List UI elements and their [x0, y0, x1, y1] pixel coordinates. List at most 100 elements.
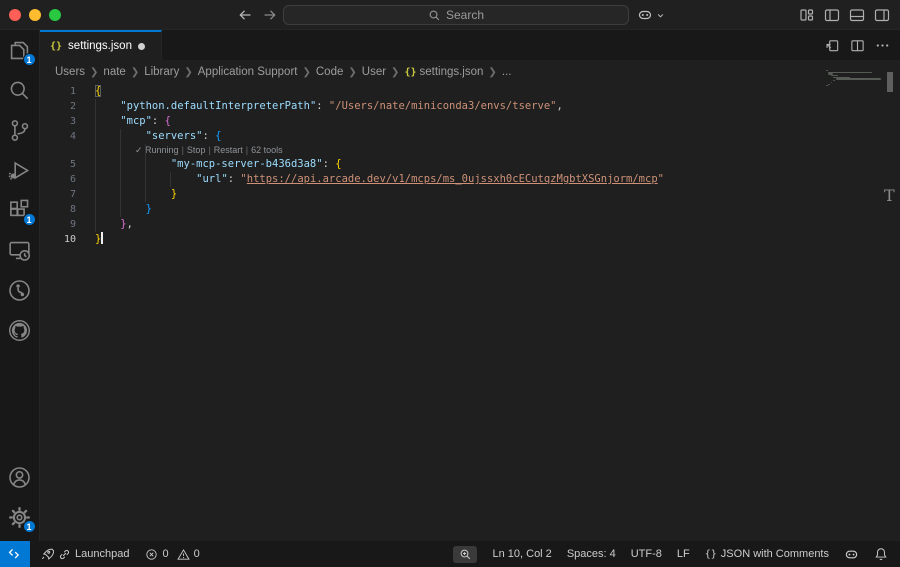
activity-bar: 1 1 [0, 30, 40, 541]
language-mode-label: JSON with Comments [721, 548, 829, 560]
zoom-button[interactable] [49, 9, 61, 21]
eol-item[interactable]: LF [677, 548, 690, 560]
warning-count: 0 [194, 548, 200, 560]
accounts-button[interactable] [0, 457, 40, 497]
copilot-status-icon[interactable] [844, 547, 859, 562]
copilot-menu-button[interactable] [637, 7, 666, 23]
breadcrumb-item[interactable]: ... [502, 66, 512, 78]
back-arrow-icon[interactable] [237, 7, 253, 23]
more-actions-icon[interactable] [875, 38, 890, 53]
scrollbar-thumb[interactable] [887, 72, 893, 92]
overlay-t-mark: T [884, 186, 895, 205]
sidebar-item-source-control[interactable] [0, 110, 40, 150]
sidebar-item-search[interactable] [0, 70, 40, 110]
line-number: 2 [40, 99, 76, 114]
search-icon [428, 9, 441, 22]
codelens-action[interactable]: 62 tools [251, 145, 283, 155]
codelens-action[interactable]: Stop [187, 145, 206, 155]
remote-explorer-icon [8, 239, 31, 262]
chevron-right-icon: ❯ [348, 67, 356, 78]
url-link[interactable]: https://api.arcade.dev/v1/mcps/ms_0ujssx… [247, 173, 658, 185]
toggle-primary-sidebar-icon[interactable] [824, 7, 840, 23]
tab-settings-json[interactable]: {} settings.json [40, 30, 162, 60]
split-editor-icon[interactable] [850, 38, 865, 53]
json-file-icon: {} [404, 67, 416, 78]
sidebar-item-run-and-debug[interactable] [0, 150, 40, 190]
line-number: 7 [40, 187, 76, 202]
text-cursor [101, 232, 103, 244]
line-number: 5 [40, 157, 76, 172]
minimap-line [836, 78, 882, 79]
breadcrumb-item[interactable]: Application Support [198, 66, 298, 78]
search-input[interactable]: Search [283, 5, 629, 25]
code-line-6[interactable]: 6 "url": "https://api.arcade.dev/v1/mcps… [40, 172, 900, 187]
notifications-bell-icon[interactable] [874, 547, 888, 561]
zoom-in-icon [459, 548, 472, 561]
code-lines: 1{2 "python.defaultInterpreterPath": "/U… [40, 84, 900, 247]
breadcrumb-item[interactable]: Users [55, 66, 85, 78]
chevron-right-icon: ❯ [488, 67, 496, 78]
toggle-secondary-sidebar-icon[interactable] [874, 7, 890, 23]
breadcrumb-item[interactable]: {}settings.json [404, 66, 483, 78]
breadcrumb: Users ❯ nate ❯ Library ❯ Application Support ❯ C… [40, 60, 900, 84]
code-line-10[interactable]: 10} [40, 232, 900, 247]
launchpad-status-item[interactable]: Launchpad [40, 547, 129, 561]
chevron-right-icon: ❯ [391, 67, 399, 78]
code-line-7[interactable]: 7 } [40, 187, 900, 202]
remote-indicator-button[interactable] [0, 541, 30, 567]
indentation-item[interactable]: Spaces: 4 [567, 548, 616, 560]
minimap[interactable] [826, 70, 884, 87]
breadcrumb-item[interactable]: User [362, 66, 386, 78]
code-line-4[interactable]: 4 "servers": { [40, 129, 900, 144]
code-line-3[interactable]: 3 "mcp": { [40, 114, 900, 129]
editor[interactable]: 1{2 "python.defaultInterpreterPath": "/U… [40, 84, 900, 541]
language-mode-item[interactable]: {} JSON with Comments [705, 548, 829, 560]
close-button[interactable] [9, 9, 21, 21]
line-number: 6 [40, 172, 76, 187]
line-number: 1 [40, 84, 76, 99]
chevron-right-icon: ❯ [184, 67, 192, 78]
toggle-panel-icon[interactable] [849, 7, 865, 23]
minimap-line [828, 72, 871, 73]
encoding-item[interactable]: UTF-8 [631, 548, 662, 560]
settings-button[interactable]: 1 [0, 497, 40, 537]
problems-status-item[interactable]: 0 0 [145, 548, 199, 561]
forward-arrow-icon[interactable] [262, 7, 278, 23]
code-line-9[interactable]: 9 }, [40, 217, 900, 232]
tab-strip: {} settings.json [40, 30, 900, 60]
line-number: 8 [40, 202, 76, 217]
codelens-status: ✓ Running [135, 145, 179, 155]
breadcrumb-item[interactable]: Code [316, 66, 344, 78]
cursor-position-item[interactable]: Ln 10, Col 2 [492, 548, 551, 560]
sidebar-item-extensions[interactable]: 1 [0, 190, 40, 230]
sidebar-item-remote-explorer[interactable] [0, 230, 40, 270]
tab-label: settings.json [68, 40, 132, 52]
breadcrumb-item[interactable]: Library [144, 66, 179, 78]
copilot-icon [637, 7, 653, 23]
codelens-action[interactable]: Restart [214, 145, 243, 155]
chevron-right-icon: ❯ [90, 67, 98, 78]
minimize-button[interactable] [29, 9, 41, 21]
customize-layout-icon[interactable] [799, 7, 815, 23]
source-control-graph-icon [8, 279, 31, 302]
open-settings-ui-icon[interactable] [825, 38, 840, 53]
chevron-right-icon: ❯ [302, 67, 310, 78]
run-debug-icon [8, 159, 31, 182]
title-bar: Search [0, 0, 900, 30]
sidebar-item-github[interactable] [0, 310, 40, 350]
minimap-line [826, 85, 828, 86]
error-icon [145, 548, 158, 561]
sidebar-item-explorer[interactable]: 1 [0, 30, 40, 70]
code-line-2[interactable]: 2 "python.defaultInterpreterPath": "/Use… [40, 99, 900, 114]
sidebar-item-source-control-graph[interactable] [0, 270, 40, 310]
zoom-status-button[interactable] [453, 546, 477, 563]
rocket-icon [40, 547, 54, 561]
breadcrumb-item[interactable]: nate [103, 66, 125, 78]
code-line-1[interactable]: 1{ [40, 84, 900, 99]
link-icon [58, 548, 71, 561]
search-placeholder: Search [446, 8, 484, 22]
modified-dot-icon[interactable] [138, 43, 145, 50]
github-icon [8, 319, 31, 342]
code-line-5[interactable]: 5 "my-mcp-server-b436d3a8": { [40, 157, 900, 172]
code-line-8[interactable]: 8 } [40, 202, 900, 217]
